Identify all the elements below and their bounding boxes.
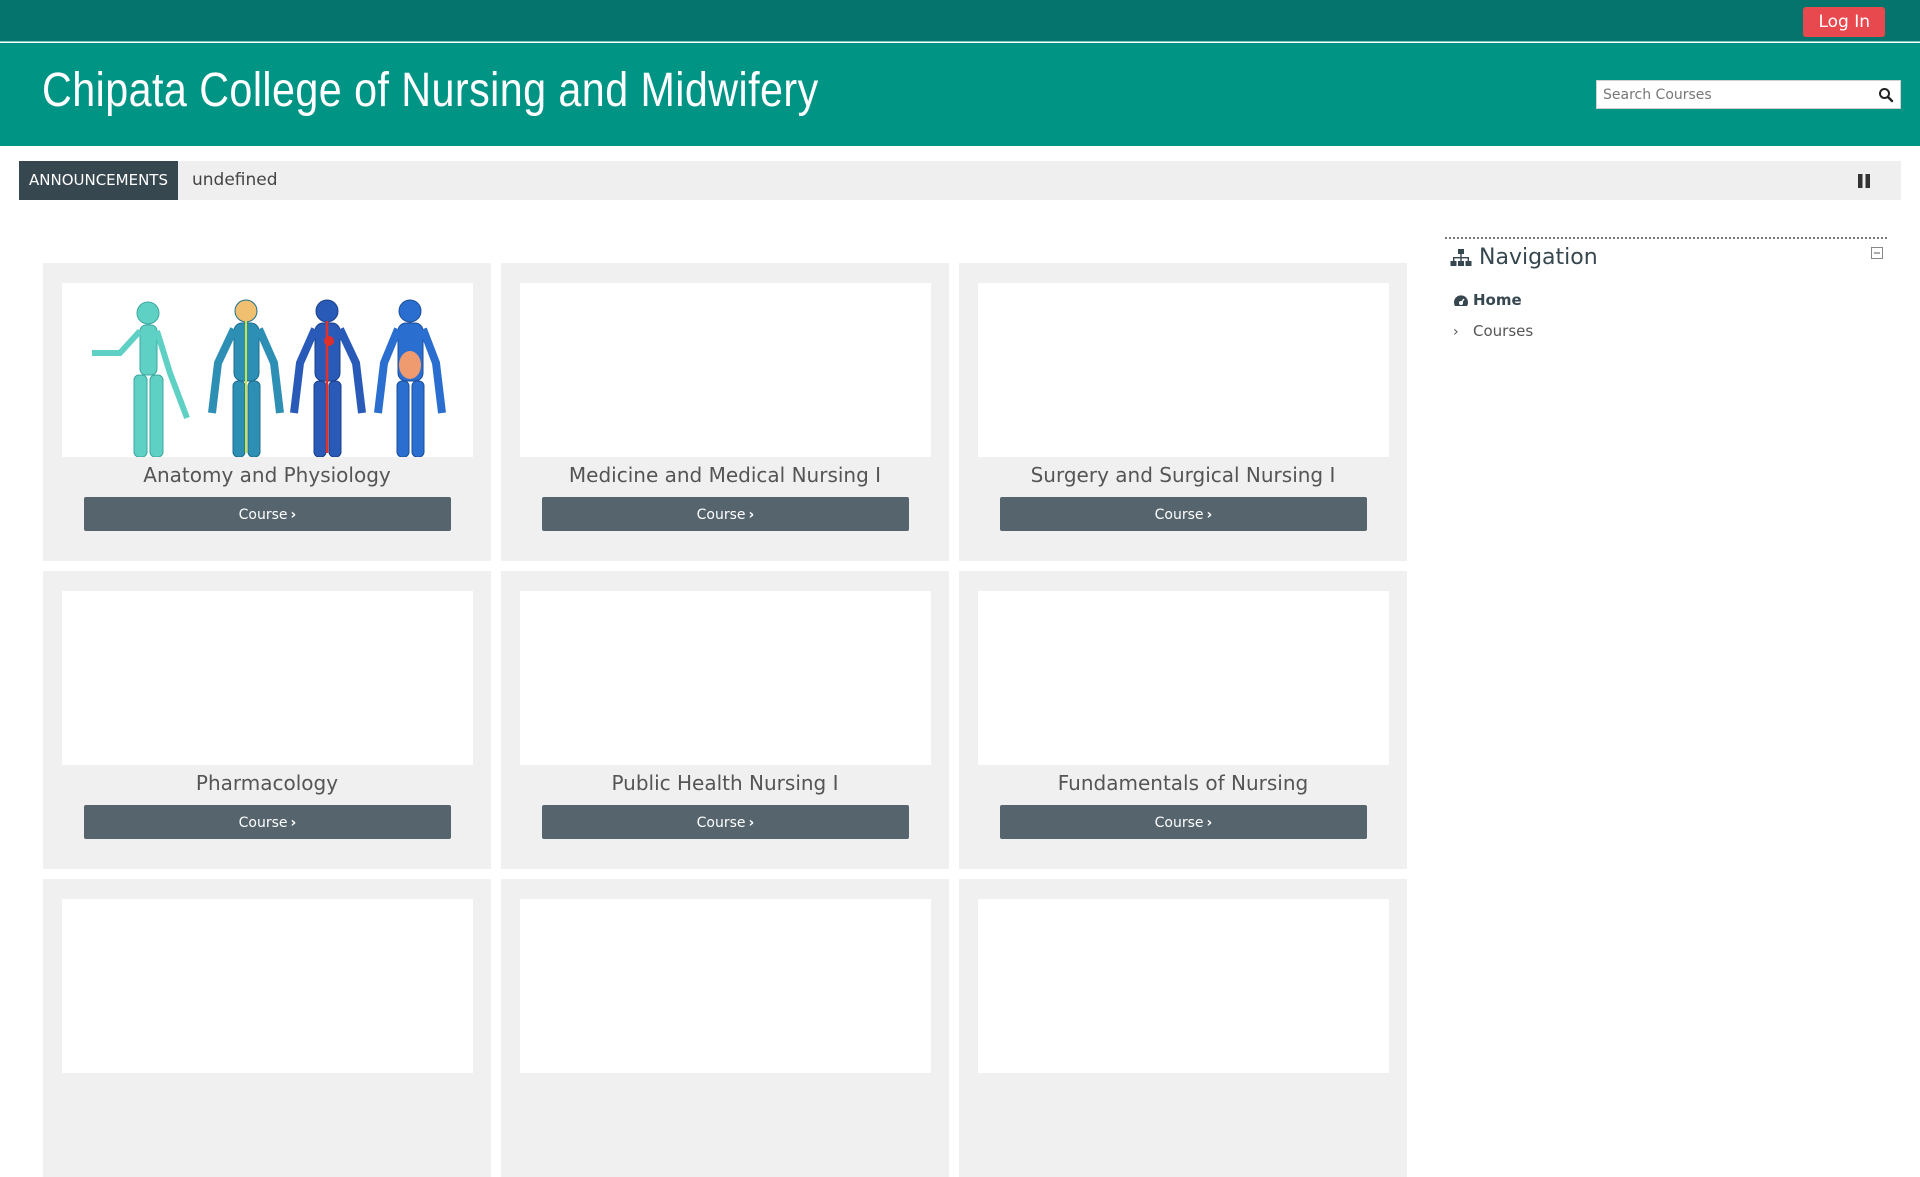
course-button[interactable]: Course › [542,805,909,839]
navigation-title: Navigation [1450,243,1598,273]
login-button[interactable]: Log In [1803,7,1885,37]
course-button[interactable]: Course › [542,497,909,531]
course-card: Pharmacology Course › [43,571,491,869]
navigation-block: Navigation Home › Courses [1445,237,1887,340]
course-card: Public Health Nursing I Course › [501,571,949,869]
top-bar: Log In [0,0,1920,42]
announcements-label: ANNOUNCEMENTS [19,161,178,200]
course-button-label: Course [696,815,746,831]
course-title[interactable]: Anatomy and Physiology [43,461,491,489]
announcement-bar: ANNOUNCEMENTS undefined [19,161,1901,200]
navigation-title-text: Navigation [1479,245,1598,270]
course-image[interactable] [62,591,473,765]
course-card [501,879,949,1177]
pause-icon[interactable] [1857,173,1871,189]
course-card: Surgery and Surgical Nursing I Course › [959,263,1407,561]
course-button[interactable]: Course › [84,805,451,839]
course-button-label: Course [238,815,288,831]
course-image[interactable] [62,283,473,457]
nav-item-home[interactable]: Home [1453,291,1522,309]
course-card: Fundamentals of Nursing Course › [959,571,1407,869]
course-card: Medicine and Medical Nursing I Course › [501,263,949,561]
nav-item-label: Courses [1473,322,1534,340]
chevron-right-icon: › [290,815,297,831]
course-title[interactable]: Public Health Nursing I [501,769,949,797]
course-image[interactable] [978,283,1389,457]
sitemap-icon [1450,249,1472,266]
course-image[interactable] [520,899,931,1073]
course-card [43,879,491,1177]
course-button-label: Course [238,507,288,523]
course-image[interactable] [978,899,1389,1073]
course-title[interactable]: Fundamentals of Nursing [959,769,1407,797]
course-title[interactable]: Pharmacology [43,769,491,797]
announcement-text: undefined [192,170,278,190]
nav-item-label: Home [1473,291,1522,309]
course-button-label: Course [696,507,746,523]
course-image[interactable] [978,591,1389,765]
course-button[interactable]: Course › [1000,497,1367,531]
course-button-label: Course [1154,507,1204,523]
chevron-right-icon: › [1206,507,1213,523]
course-image[interactable] [520,283,931,457]
site-title[interactable]: Chipata College of Nursing and Midwifery [42,63,819,119]
site-header: Chipata College of Nursing and Midwifery [0,43,1920,146]
chevron-right-icon: › [748,507,755,523]
course-title[interactable]: Surgery and Surgical Nursing I [959,461,1407,489]
course-image[interactable] [62,899,473,1073]
chevron-right-icon: › [1453,323,1459,340]
dashboard-icon [1454,294,1468,306]
course-card: Anatomy and Physiology Course › [43,263,491,561]
chevron-right-icon: › [748,815,755,831]
course-title[interactable]: Medicine and Medical Nursing I [501,461,949,489]
course-button[interactable]: Course › [84,497,451,531]
chevron-right-icon: › [290,507,297,523]
search-icon[interactable] [1878,87,1894,103]
nav-item-courses[interactable]: › Courses [1453,322,1533,340]
course-button[interactable]: Course › [1000,805,1367,839]
human-body-systems-image [62,283,473,457]
chevron-right-icon: › [1206,815,1213,831]
course-card [959,879,1407,1177]
collapse-icon[interactable] [1871,247,1883,259]
course-button-label: Course [1154,815,1204,831]
search-box [1596,80,1901,109]
search-input[interactable] [1597,81,1867,108]
course-image[interactable] [520,591,931,765]
